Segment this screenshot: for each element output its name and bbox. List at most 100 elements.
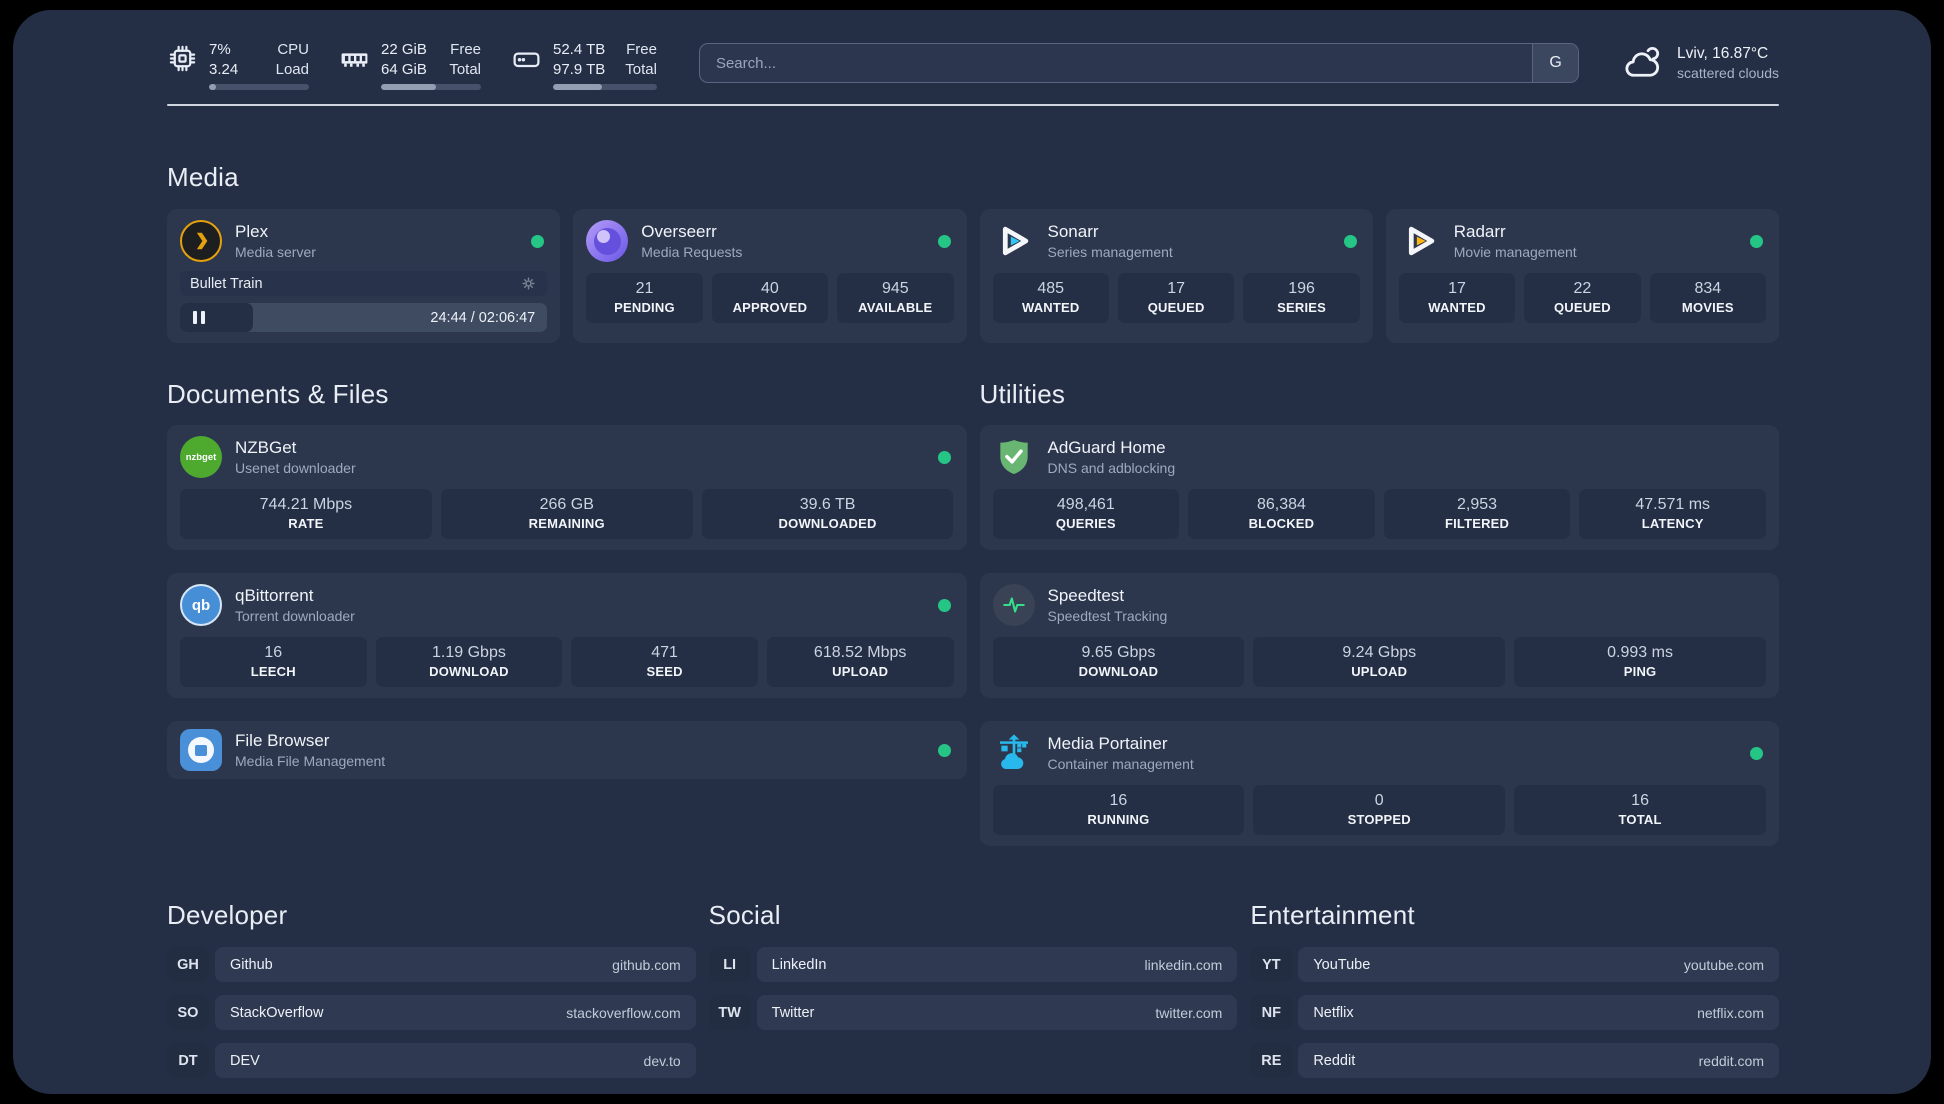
stat-value: 16 — [1631, 792, 1649, 809]
stat-value: 485 — [1037, 280, 1065, 297]
sonarr-card[interactable]: Sonarr Series management 485 WANTED 17 Q… — [979, 209, 1373, 343]
top-bar: 7% 3.24 CPU Load 22 GiB 64 GiB Free Tota… — [167, 40, 1779, 90]
status-dot — [1750, 234, 1763, 248]
card-title: AdGuard Home — [1047, 438, 1166, 457]
overseerr-card[interactable]: Overseerr Media Requests 21 PENDING 40 A… — [573, 209, 967, 343]
adguard-icon — [993, 436, 1035, 478]
radarr-card[interactable]: Radarr Movie management 17 WANTED 22 QUE… — [1385, 209, 1779, 343]
bookmark-url: linkedin.com — [1144, 956, 1223, 973]
status-dot — [937, 450, 951, 464]
status-dot — [1343, 234, 1357, 248]
status-dot — [937, 234, 951, 248]
scattered-clouds-icon — [1625, 46, 1660, 77]
stat-value: 16 — [1109, 792, 1128, 809]
stat-value: 0.993 ms — [1607, 644, 1673, 661]
stat-label: DOWNLOADED — [778, 516, 877, 531]
stat-block: 39.6 TB DOWNLOADED — [701, 489, 954, 539]
portainer-card[interactable]: Media Portainer Container management 16 … — [979, 721, 1779, 846]
bookmark-name: LinkedIn — [771, 956, 827, 973]
bookmark-abbr: GH — [167, 947, 209, 982]
bookmark-name: Twitter — [771, 1004, 815, 1021]
bookmark-dev[interactable]: DT DEV dev.to — [167, 1043, 696, 1078]
cpu-resource-widget: 7% 3.24 CPU Load — [167, 40, 309, 90]
memory-icon — [341, 53, 368, 67]
bookmark-twitter[interactable]: TW Twitter twitter.com — [708, 995, 1238, 1030]
stat-block: 0 STOPPED — [1253, 785, 1506, 835]
stat-value: 0 — [1374, 792, 1384, 809]
now-playing-progress: 24:44 / 02:06:47 — [180, 303, 548, 332]
bookmark-name: DEV — [230, 1052, 260, 1069]
stat-label: APPROVED — [732, 300, 808, 315]
bookmark-linkedin[interactable]: LI LinkedIn linkedin.com — [708, 947, 1238, 982]
pause-icon — [193, 311, 197, 324]
bookmark-github[interactable]: GH Github github.com — [167, 947, 696, 982]
stat-block: 266 GB REMAINING — [440, 489, 693, 539]
card-subtitle: Series management — [1047, 244, 1173, 260]
disk-free-value: 52.4 TB — [553, 41, 606, 58]
stat-value: 17 — [1167, 280, 1186, 297]
adguard-card[interactable]: AdGuard Home DNS and adblocking 498,461 … — [979, 425, 1779, 550]
disk-free-label: Free — [626, 41, 657, 58]
sonarr-icon — [993, 220, 1035, 262]
gear-icon — [522, 277, 535, 290]
search-provider-button[interactable]: G — [1532, 44, 1579, 82]
memory-total-label: Total — [449, 60, 481, 78]
weather-condition: scattered clouds — [1677, 65, 1779, 81]
stat-label: QUERIES — [1055, 516, 1116, 531]
plex-card[interactable]: Plex Media server Bullet Train 24:44 / 0… — [167, 209, 561, 343]
cpu-value-percent: 7% — [209, 41, 231, 58]
qbittorrent-card[interactable]: qb qBittorrent Torrent downloader 16 LEE… — [167, 573, 967, 698]
bookmark-reddit[interactable]: RE Reddit reddit.com — [1250, 1043, 1779, 1078]
portainer-icon — [993, 732, 1035, 774]
stat-value: 9.24 Gbps — [1342, 644, 1417, 661]
status-dot — [531, 234, 545, 248]
stat-block: 47.571 ms LATENCY — [1579, 489, 1766, 539]
memory-total-value: 64 GiB — [381, 60, 427, 78]
status-dot — [937, 598, 951, 612]
disk-total-label: Total — [625, 60, 657, 78]
now-playing-title: Bullet Train — [190, 275, 263, 292]
stat-block: 9.65 Gbps DOWNLOAD — [992, 637, 1245, 687]
stat-label: DOWNLOAD — [429, 664, 509, 679]
bookmark-netflix[interactable]: NF Netflix netflix.com — [1250, 995, 1779, 1030]
stat-block: 2,953 FILTERED — [1383, 489, 1571, 539]
weather-location-temp: Lviv, 16.87°C — [1677, 45, 1769, 62]
bookmark-stackoverflow[interactable]: SO StackOverflow stackoverflow.com — [167, 995, 696, 1030]
cpu-icon — [169, 45, 196, 72]
stat-block: 40 APPROVED — [711, 273, 829, 323]
card-title: NZBGet — [235, 438, 297, 457]
stat-block: 471 SEED — [571, 637, 758, 687]
cpu-progress-bar — [209, 84, 309, 90]
card-title: Overseerr — [641, 222, 717, 241]
memory-free-label: Free — [450, 41, 481, 58]
filebrowser-card[interactable]: File Browser Media File Management — [167, 721, 967, 779]
stat-label: BLOCKED — [1248, 516, 1315, 531]
bookmark-youtube[interactable]: YT YouTube youtube.com — [1250, 947, 1779, 982]
stat-label: QUEUED — [1147, 300, 1205, 315]
stat-value: 196 — [1288, 280, 1315, 297]
header-divider — [167, 104, 1779, 106]
nzbget-card[interactable]: nzbget NZBGet Usenet downloader 744.21 M… — [167, 425, 967, 550]
bookmark-abbr: SO — [167, 995, 209, 1030]
bookmark-url: netflix.com — [1697, 1004, 1764, 1021]
stat-label: QUEUED — [1553, 300, 1611, 315]
bookmark-abbr: YT — [1250, 947, 1293, 982]
stat-block: 21 PENDING — [586, 273, 703, 323]
status-dot — [1750, 746, 1763, 760]
stat-value: 618.52 Mbps — [813, 644, 907, 661]
stat-block: 86,384 BLOCKED — [1188, 489, 1375, 539]
status-dot — [937, 743, 951, 757]
disk-progress-bar — [553, 84, 657, 90]
bookmark-url: twitter.com — [1155, 1004, 1223, 1021]
bookmark-name: Netflix — [1313, 1004, 1354, 1021]
bookmark-name: Reddit — [1313, 1052, 1356, 1069]
cpu-value-load: 3.24 — [209, 60, 239, 78]
bookmark-name: YouTube — [1313, 956, 1371, 973]
stat-block: 17 WANTED — [1398, 273, 1516, 323]
stat-label: WANTED — [1021, 300, 1080, 315]
radarr-icon — [1399, 220, 1441, 262]
section-title-entertainment: Entertainment — [1250, 900, 1415, 930]
speedtest-card[interactable]: Speedtest Speedtest Tracking 9.65 Gbps D… — [979, 573, 1779, 698]
section-media: Media Plex Media server Bullet Train 24:… — [167, 162, 1779, 343]
search-input[interactable] — [699, 44, 1533, 82]
